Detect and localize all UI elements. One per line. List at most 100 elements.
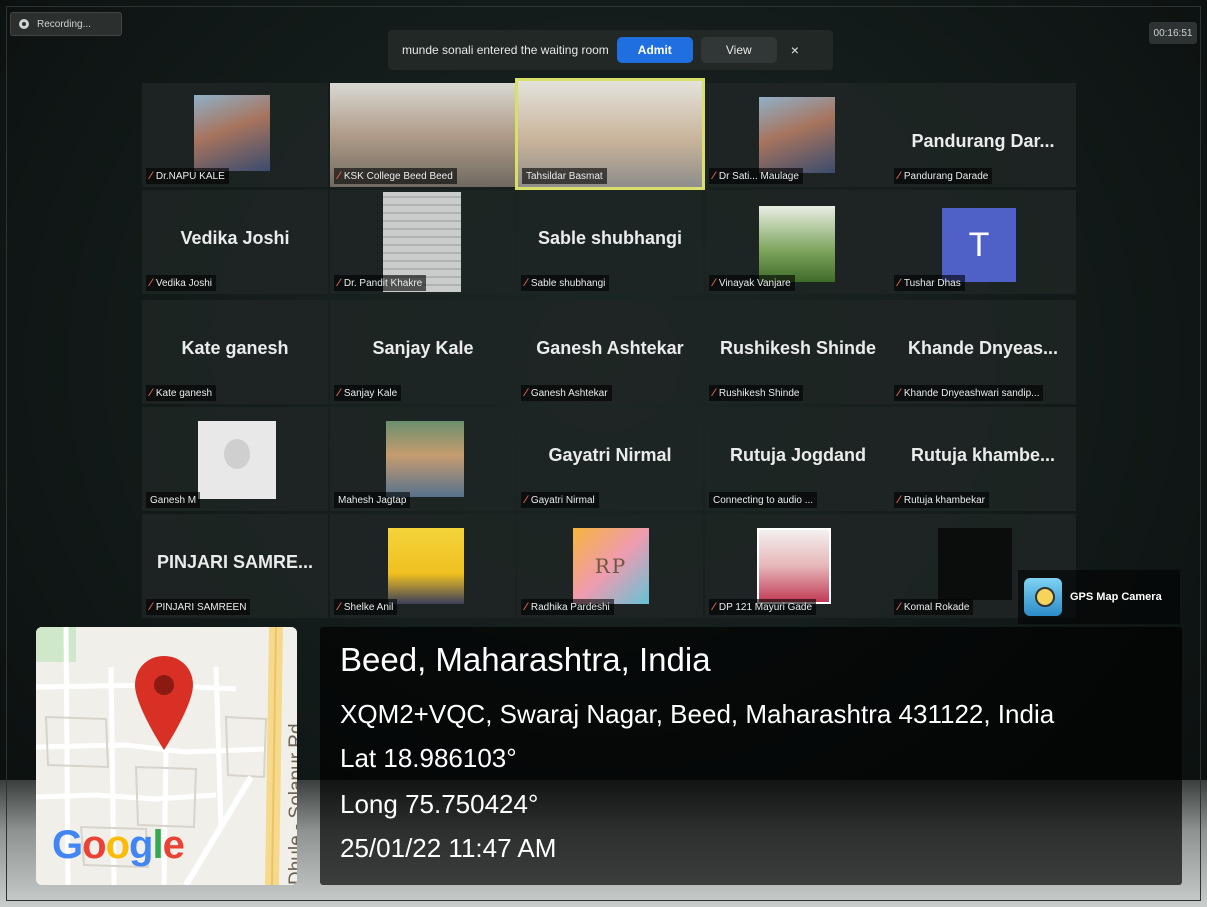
location-latitude: Lat 18.986103° <box>340 743 517 773</box>
mic-muted-icon: ⁄ <box>898 387 900 399</box>
location-city: Beed, Maharashtra, India <box>340 641 711 678</box>
participant-name-label: ⁄ Tushar Dhas <box>894 275 965 291</box>
participant-tile[interactable]: Sanjay Kale ⁄ Sanjay Kale <box>330 300 516 404</box>
participant-name-label: ⁄ Shelke Anil <box>334 599 398 615</box>
participant-name-label: ⁄ Sable shubhangi <box>521 275 610 291</box>
participant-name-label: ⁄ Sanjay Kale <box>334 385 402 401</box>
participant-name-label: ⁄ Rutuja khambekar <box>894 492 989 508</box>
location-datetime: 25/01/22 11:47 AM <box>340 833 557 863</box>
location-info-panel: Beed, Maharashtra, India XQM2+VQC, Swara… <box>320 627 1182 885</box>
participant-display-name: Pandurang Dar... <box>911 131 1055 151</box>
participant-tile[interactable]: ⁄ Shelke Anil <box>330 514 516 618</box>
participant-display-name: PINJARI SAMRE... <box>156 552 314 572</box>
participant-tile[interactable]: T ⁄ Tushar Dhas <box>890 190 1076 294</box>
participant-name-label: ⁄ Radhika Pardeshi <box>521 599 614 615</box>
mic-muted-icon: ⁄ <box>338 170 340 182</box>
road-name-label: Dhule - Solapur Rd <box>286 723 297 885</box>
participant-tile[interactable]: ⁄ KSK College Beed Beed <box>330 83 516 187</box>
participant-name-label: ⁄ PINJARI SAMREEN <box>146 599 251 615</box>
participant-tile[interactable]: ⁄ Dr. Pandit Khakre <box>330 190 516 294</box>
participant-tile[interactable]: PINJARI SAMRE... ⁄ PINJARI SAMREEN <box>142 514 328 618</box>
participant-name-label: Connecting to audio ... <box>709 492 818 508</box>
location-address: XQM2+VQC, Swaraj Nagar, Beed, Maharashtr… <box>340 699 1055 729</box>
participant-tile[interactable]: Ganesh M <box>142 407 328 511</box>
participant-tile[interactable]: Mahesh Jagtap <box>330 407 516 511</box>
mic-muted-icon: ⁄ <box>525 494 527 506</box>
mic-muted-icon: ⁄ <box>713 601 715 613</box>
participant-video <box>759 97 835 173</box>
participant-tile[interactable]: Khande Dnyeas... ⁄ Khande Dnyeashwari san… <box>890 300 1076 404</box>
mic-muted-icon: ⁄ <box>898 170 900 182</box>
participant-name-label: ⁄ DP 121 Mayuri Gade <box>709 599 817 615</box>
meeting-timer: 00:16:51 <box>1149 22 1197 44</box>
mic-muted-icon: ⁄ <box>525 387 527 399</box>
participant-tile[interactable]: Pandurang Dar... ⁄ Pandurang Darade <box>890 83 1076 187</box>
mic-muted-icon: ⁄ <box>338 601 340 613</box>
participant-tile[interactable]: ⁄ Dr.NAPU KALE <box>142 83 328 187</box>
location-pin-icon <box>135 656 193 750</box>
admit-button[interactable]: Admit <box>616 37 693 63</box>
participant-display-name: Sanjay Kale <box>372 338 474 358</box>
gps-camera-label: GPS Map Camera <box>1070 591 1162 603</box>
participant-name-label: ⁄ Komal Rokade <box>894 599 974 615</box>
map-thumbnail: Google Dhule - Solapur Rd <box>36 627 297 885</box>
close-icon[interactable]: × <box>791 42 799 58</box>
participant-tile[interactable]: RP ⁄ Radhika Pardeshi <box>517 514 703 618</box>
participant-name-label: ⁄ Vinayak Vanjare <box>709 275 795 291</box>
participant-display-name: Kate ganesh <box>181 338 289 358</box>
participant-display-name: Ganesh Ashtekar <box>536 338 684 358</box>
location-longitude: Long 75.750424° <box>340 789 539 819</box>
participant-tile[interactable]: ⁄ DP 121 Mayuri Gade <box>705 514 891 618</box>
participant-tile[interactable]: Vedika Joshi ⁄ Vedika Joshi <box>142 190 328 294</box>
mic-muted-icon: ⁄ <box>525 277 527 289</box>
participant-display-name: Rushikesh Shinde <box>719 338 877 358</box>
mic-muted-icon: ⁄ <box>713 387 715 399</box>
recording-indicator[interactable]: Recording... <box>10 12 122 36</box>
recording-label: Recording... <box>37 18 91 30</box>
mic-muted-icon: ⁄ <box>898 494 900 506</box>
participant-name-label: ⁄ Pandurang Darade <box>894 168 993 184</box>
mic-muted-icon: ⁄ <box>898 601 900 613</box>
mic-muted-icon: ⁄ <box>713 170 715 182</box>
participant-video <box>388 528 464 604</box>
participant-name-label: ⁄ Rushikesh Shinde <box>709 385 804 401</box>
mic-muted-icon: ⁄ <box>150 601 152 613</box>
participant-tile[interactable]: Ganesh Ashtekar ⁄ Ganesh Ashtekar <box>517 300 703 404</box>
participant-video <box>198 421 276 499</box>
participant-tile[interactable]: Kate ganesh ⁄ Kate ganesh <box>142 300 328 404</box>
participant-tile[interactable]: ⁄ Vinayak Vanjare <box>705 190 891 294</box>
mic-muted-icon: ⁄ <box>150 170 152 182</box>
participant-name-label: Mahesh Jagtap <box>334 492 411 508</box>
participant-name-label: ⁄ Dr Sati... Maulage <box>709 168 803 184</box>
participant-tile[interactable]: Sable shubhangi ⁄ Sable shubhangi <box>517 190 703 294</box>
participant-display-name: Rutuja Jogdand <box>730 445 866 465</box>
participant-video: RP <box>573 528 649 604</box>
mic-muted-icon: ⁄ <box>338 387 340 399</box>
participant-video <box>759 206 835 282</box>
waiting-room-notification: munde sonali entered the waiting room Ad… <box>388 30 833 70</box>
participant-tile[interactable]: Rushikesh Shinde ⁄ Rushikesh Shinde <box>705 300 891 404</box>
participant-name-label: ⁄ Khande Dnyeashwari sandip... <box>894 385 1044 401</box>
record-icon <box>19 19 29 29</box>
participant-tile[interactable]: Rutuja Jogdand Connecting to audio ... <box>705 407 891 511</box>
mic-muted-icon: ⁄ <box>150 277 152 289</box>
participant-tile[interactable]: Gayatri Nirmal ⁄ Gayatri Nirmal <box>517 407 703 511</box>
waiting-room-message: munde sonali entered the waiting room <box>402 43 609 57</box>
participant-name-label: Ganesh M <box>146 492 201 508</box>
view-button[interactable]: View <box>700 37 777 63</box>
participant-name-label: ⁄ Dr. Pandit Khakre <box>334 275 427 291</box>
participant-display-name: Sable shubhangi <box>537 228 683 248</box>
participant-name-label: ⁄ Dr.NAPU KALE <box>146 168 229 184</box>
mic-muted-icon: ⁄ <box>898 277 900 289</box>
participant-tile[interactable]: ⁄ Dr Sati... Maulage <box>705 83 891 187</box>
participant-tile-active-speaker[interactable]: Tahsildar Basmat <box>515 78 705 190</box>
participant-display-name: Vedika Joshi <box>180 228 290 248</box>
participant-tile[interactable]: Rutuja khambe... ⁄ Rutuja khambekar <box>890 407 1076 511</box>
participant-avatar: T <box>942 208 1016 282</box>
gps-map-camera-badge: GPS Map Camera <box>1018 570 1180 624</box>
google-logo: Google <box>52 823 185 867</box>
participant-display-name: Khande Dnyeas... <box>907 338 1059 358</box>
participant-video <box>386 421 464 497</box>
mic-muted-icon: ⁄ <box>713 277 715 289</box>
laptop-screen-photo: Recording... 00:16:51 munde sonali enter… <box>0 0 1207 907</box>
